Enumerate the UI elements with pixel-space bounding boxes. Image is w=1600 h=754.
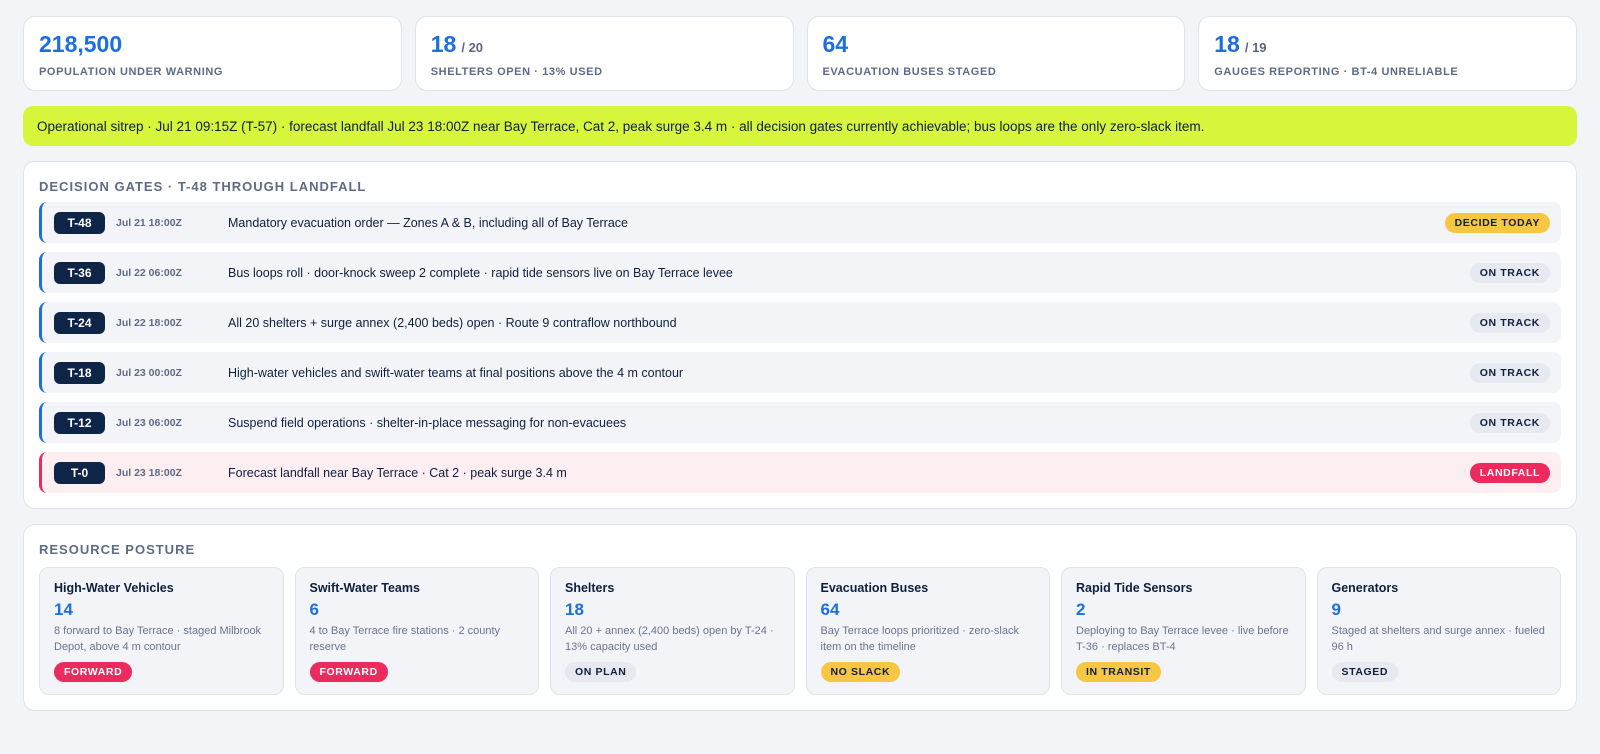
- status-badge: NO SLACK: [820, 662, 901, 682]
- status-badge: IN TRANSIT: [1076, 662, 1161, 682]
- resource-posture-section: RESOURCE POSTURE High-Water Vehicles 14 …: [23, 524, 1577, 711]
- gate-time: Jul 22 18:00Z: [116, 316, 182, 329]
- kpi-value: 18: [1214, 31, 1240, 57]
- status-badge: DECIDE TODAY: [1444, 212, 1550, 233]
- gate-description: Forecast landfall near Bay Terrace · Cat…: [228, 465, 567, 480]
- resource-note: Bay Terrace loops prioritized · zero-sla…: [820, 625, 1019, 653]
- kpi-label: GAUGES REPORTING · BT-4 UNRELIABLE: [1214, 66, 1459, 78]
- resource-count: 2: [1076, 600, 1086, 619]
- gate-time: Jul 21 18:00Z: [116, 216, 182, 229]
- resource-note: 4 to Bay Terrace fire stations · 2 count…: [309, 625, 501, 653]
- gate-description: All 20 shelters + surge annex (2,400 bed…: [228, 315, 677, 330]
- resource-title: Swift-Water Teams: [309, 581, 420, 595]
- resource-title: High-Water Vehicles: [54, 581, 174, 595]
- gate-tag: T-18: [54, 361, 105, 384]
- status-badge: STAGED: [1331, 662, 1399, 682]
- resource-card-shelters[interactable]: Shelters 18 All 20 + annex (2,400 beds) …: [550, 567, 795, 695]
- kpi-value: 218,500: [39, 31, 123, 57]
- gate-tag: T-24: [54, 311, 105, 334]
- gate-time: Jul 23 06:00Z: [116, 416, 182, 429]
- status-badge: ON TRACK: [1469, 412, 1550, 433]
- kpi-shelters: 18 / 20 SHELTERS OPEN · 13% USED: [414, 16, 794, 91]
- gate-tag: T-36: [54, 261, 105, 284]
- kpi-value: 18: [430, 31, 457, 57]
- kpi-gauges: 18 / 19 GAUGES REPORTING · BT-4 UNRELIAB…: [1198, 16, 1577, 91]
- gate-row[interactable]: T-24 Jul 22 18:00Z All 20 shelters + sur…: [39, 302, 1561, 343]
- gate-row[interactable]: T-48 Jul 21 18:00Z Mandatory evacuation …: [39, 202, 1561, 243]
- resource-card-evacuation-buses[interactable]: Evacuation Buses 64 Bay Terrace loops pr…: [805, 567, 1050, 695]
- status-badge: ON PLAN: [565, 662, 637, 682]
- status-badge: ON TRACK: [1469, 362, 1550, 383]
- section-title: DECISION GATES · T-48 THROUGH LANDFALL: [39, 179, 367, 194]
- resource-card-rapid-tide-sensors[interactable]: Rapid Tide Sensors 2 Deploying to Bay Te…: [1061, 567, 1306, 695]
- gate-tag: T-12: [54, 411, 105, 434]
- gate-description: Mandatory evacuation order — Zones A & B…: [228, 215, 628, 230]
- gate-tag: T-0: [54, 461, 105, 484]
- resource-count: 14: [54, 600, 73, 619]
- gate-description: Suspend field operations · shelter-in-pl…: [228, 415, 627, 430]
- status-badge: ON TRACK: [1469, 262, 1550, 283]
- kpi-label: SHELTERS OPEN · 13% USED: [430, 66, 603, 78]
- resource-title: Rapid Tide Sensors: [1076, 581, 1193, 595]
- kpi-denominator: / 19: [1244, 40, 1267, 55]
- kpi-value: 64: [822, 31, 849, 57]
- resource-title: Generators: [1331, 581, 1399, 595]
- resource-card-swift-water-teams[interactable]: Swift-Water Teams 6 4 to Bay Terrace fir…: [294, 567, 539, 695]
- gate-time: Jul 23 00:00Z: [116, 366, 182, 379]
- kpi-buses: 64 EVACUATION BUSES STAGED: [806, 16, 1186, 91]
- gate-row[interactable]: T-18 Jul 23 00:00Z High-water vehicles a…: [39, 352, 1561, 393]
- kpi-population: 218,500 POPULATION UNDER WARNING: [23, 16, 402, 91]
- resource-card-high-water-vehicles[interactable]: High-Water Vehicles 14 8 forward to Bay …: [39, 567, 284, 695]
- gate-row-landfall[interactable]: T-0 Jul 23 18:00Z Forecast landfall near…: [39, 452, 1561, 493]
- kpi-label: POPULATION UNDER WARNING: [39, 66, 224, 78]
- status-badge: ON TRACK: [1469, 312, 1550, 333]
- resource-note: Staged at shelters and surge annex · fue…: [1331, 625, 1545, 653]
- dashboard: 218,500 POPULATION UNDER WARNING 18 / 20…: [23, 16, 1577, 711]
- resource-count: 9: [1331, 600, 1341, 619]
- resource-note: Deploying to Bay Terrace levee · live be…: [1076, 625, 1289, 653]
- resource-card-generators[interactable]: Generators 9 Staged at shelters and surg…: [1316, 567, 1561, 695]
- gate-description: Bus loops roll · door-knock sweep 2 comp…: [228, 265, 733, 280]
- gate-description: High-water vehicles and swift-water team…: [228, 365, 684, 380]
- resource-cards: High-Water Vehicles 14 8 forward to Bay …: [39, 567, 1561, 695]
- resource-count: 6: [309, 600, 319, 619]
- sitrep-banner: Operational sitrep · Jul 21 09:15Z (T-57…: [23, 106, 1577, 146]
- status-badge: FORWARD: [309, 662, 388, 682]
- kpi-label: EVACUATION BUSES STAGED: [822, 66, 997, 78]
- resource-title: Evacuation Buses: [820, 581, 929, 595]
- gate-time: Jul 22 06:00Z: [116, 266, 182, 279]
- resource-count: 64: [820, 600, 840, 619]
- kpi-denominator: / 20: [461, 40, 484, 55]
- section-title: RESOURCE POSTURE: [39, 542, 196, 557]
- decision-gates-section: DECISION GATES · T-48 THROUGH LANDFALL T…: [23, 161, 1577, 509]
- resource-note: All 20 + annex (2,400 beds) open by T-24…: [565, 625, 774, 653]
- status-badge: LANDFALL: [1469, 462, 1550, 483]
- gate-time: Jul 23 18:00Z: [116, 466, 182, 479]
- kpi-row: 218,500 POPULATION UNDER WARNING 18 / 20…: [23, 16, 1577, 91]
- gate-row[interactable]: T-36 Jul 22 06:00Z Bus loops roll · door…: [39, 252, 1561, 293]
- gate-row[interactable]: T-12 Jul 23 06:00Z Suspend field operati…: [39, 402, 1561, 443]
- gate-tag: T-48: [54, 211, 105, 234]
- resource-note: 8 forward to Bay Terrace · staged Milbro…: [54, 625, 262, 653]
- status-badge: FORWARD: [54, 662, 133, 682]
- resource-count: 18: [565, 600, 584, 619]
- resource-title: Shelters: [565, 581, 615, 595]
